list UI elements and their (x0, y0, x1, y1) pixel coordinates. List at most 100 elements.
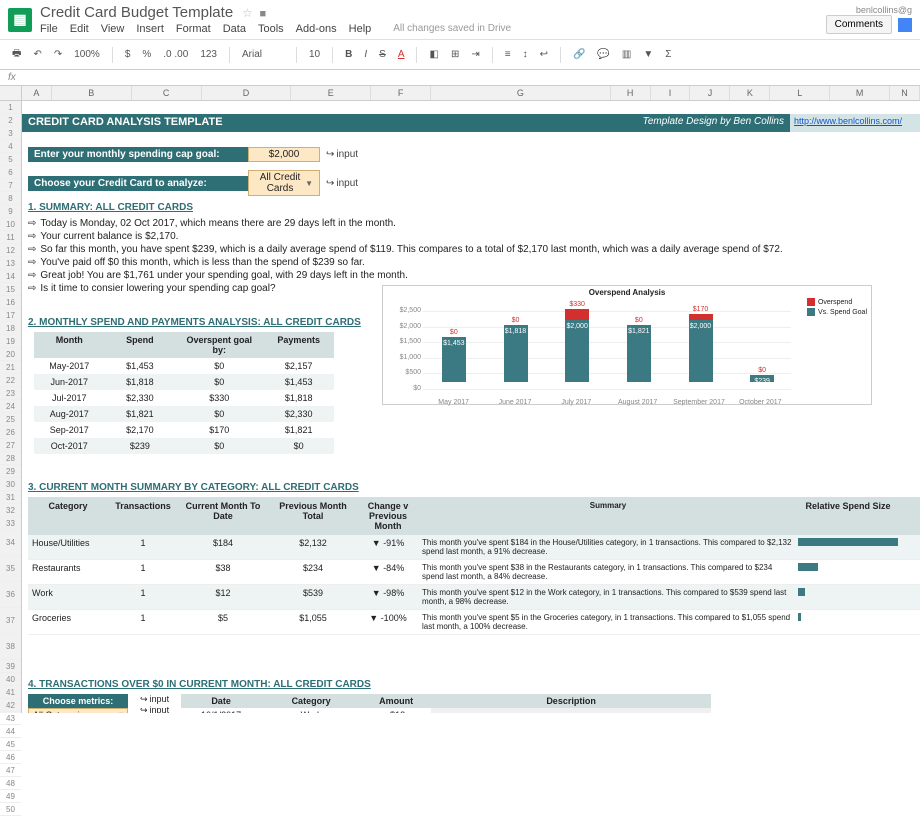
percent-icon[interactable]: % (138, 47, 155, 62)
th-relsize: Relative Spend Size (798, 497, 898, 535)
fillcolor-icon[interactable]: ◧ (425, 47, 442, 62)
bullet-arrow-icon: ⇨ (28, 218, 36, 229)
col-l[interactable]: L (770, 86, 830, 100)
zoom-select[interactable]: 100% (70, 47, 104, 62)
chart-legend: Overspend Vs. Spend Goal (807, 298, 867, 318)
metrics-category-select[interactable]: All Categories▾ (28, 708, 128, 713)
card-hint: input (336, 178, 358, 189)
star-icon[interactable]: ☆ (242, 6, 253, 20)
col-g[interactable]: G (431, 86, 611, 100)
summary-text: Is it time to consier lowering your spen… (40, 283, 275, 294)
col-m[interactable]: M (830, 86, 890, 100)
category-table: Category Transactions Current Month To D… (28, 497, 920, 635)
section3-header: 3. CURRENT MONTH SUMMARY BY CATEGORY: AL… (22, 478, 920, 497)
th-previous: Previous Month Total (268, 497, 358, 535)
comment-icon[interactable]: 💬 (593, 47, 613, 62)
wrap-icon[interactable]: ↩ (536, 47, 552, 62)
table-row: Sep-2017$2,170$170$1,821 (34, 422, 334, 438)
col-j[interactable]: J (690, 86, 730, 100)
col-i[interactable]: I (651, 86, 691, 100)
functions-icon[interactable]: Σ (661, 47, 675, 62)
textcolor-icon[interactable]: A (394, 47, 409, 62)
menu-addons[interactable]: Add-ons (296, 23, 337, 35)
th-month: Month (34, 332, 105, 358)
currency-icon[interactable]: $ (121, 47, 135, 62)
menu-tools[interactable]: Tools (258, 23, 284, 35)
col-k[interactable]: K (730, 86, 770, 100)
comments-button[interactable]: Comments (826, 15, 892, 34)
summary-text: You've paid off $0 this month, which is … (40, 257, 364, 268)
menu-format[interactable]: Format (176, 23, 211, 35)
valign-icon[interactable]: ↕ (519, 47, 532, 62)
legend-swatch-goal (807, 308, 815, 316)
folder-icon[interactable]: ■ (260, 8, 267, 20)
row-numbers: 1234567891011121314151617181920212223242… (0, 101, 22, 713)
col-d[interactable]: D (202, 86, 292, 100)
print-icon[interactable]: 🖶 (8, 44, 25, 65)
th-txcat: Category (261, 694, 361, 708)
metrics-header: Choose metrics: (28, 694, 128, 708)
undo-icon[interactable]: ↶ (29, 47, 45, 62)
borders-icon[interactable]: ⊞ (447, 47, 463, 62)
menu-insert[interactable]: Insert (136, 23, 164, 35)
decimals-icon[interactable]: .0 .00 (159, 47, 192, 62)
goal-input[interactable]: $2,000 (248, 147, 320, 162)
halign-icon[interactable]: ≡ (501, 47, 515, 62)
menu-help[interactable]: Help (349, 23, 372, 35)
col-c[interactable]: C (132, 86, 202, 100)
menubar: File Edit View Insert Format Data Tools … (40, 23, 818, 35)
th-change: Change v Previous Month (358, 497, 418, 535)
fontsize-select[interactable]: 10 (305, 47, 324, 62)
table-row: House/Utilities1$184$2,132▼ -91%This mon… (28, 535, 920, 560)
col-f[interactable]: F (371, 86, 431, 100)
strike-icon[interactable]: S (375, 47, 390, 62)
th-amount: Amount (361, 694, 431, 708)
column-headers: A B C D E F G H I J K L M N (0, 86, 920, 101)
italic-icon[interactable]: I (360, 47, 371, 62)
arrow-icon: ↪ (326, 178, 334, 189)
table-row: Jun-2017$1,818$0$1,453 (34, 374, 334, 390)
col-e[interactable]: E (291, 86, 371, 100)
summary-text: Your current balance is $2,170. (40, 231, 178, 242)
card-select[interactable]: All Credit Cards ▼ (248, 170, 320, 196)
menu-data[interactable]: Data (223, 23, 246, 35)
metrics-hint: input (150, 705, 170, 713)
table-row: Restaurants1$38$234▼ -84%This month you'… (28, 560, 920, 585)
card-input-row: Choose your Credit Card to analyze: All … (28, 170, 920, 196)
section4-header: 4. TRANSACTIONS OVER $0 IN CURRENT MONTH… (22, 675, 920, 694)
menu-edit[interactable]: Edit (70, 23, 89, 35)
fx-icon: fx (8, 72, 16, 83)
arrow-icon: ↪ (326, 149, 334, 160)
formula-bar[interactable]: fx (0, 70, 920, 86)
metrics-hint: input (150, 694, 170, 705)
th-desc: Description (431, 694, 711, 708)
col-h[interactable]: H (611, 86, 651, 100)
link-icon[interactable]: 🔗 (569, 47, 589, 62)
share-button[interactable] (898, 18, 912, 32)
card-label: Choose your Credit Card to analyze: (28, 176, 248, 191)
col-b[interactable]: B (52, 86, 132, 100)
chevron-down-icon: ▼ (305, 179, 313, 188)
filter-icon[interactable]: ▼ (639, 47, 657, 62)
table-row: Jul-2017$2,330$330$1,818 (34, 390, 334, 406)
card-value: All Credit Cards (255, 172, 305, 194)
format-123-icon[interactable]: 123 (196, 47, 221, 62)
goal-hint: input (336, 149, 358, 160)
menu-file[interactable]: File (40, 23, 58, 35)
redo-icon[interactable]: ↷ (50, 47, 66, 62)
merge-icon[interactable]: ⇥ (467, 47, 483, 62)
bold-icon[interactable]: B (341, 47, 356, 62)
template-title: CREDIT CARD ANALYSIS TEMPLATE (22, 114, 600, 132)
font-select[interactable]: Arial (238, 47, 288, 62)
legend-swatch-overspend (807, 298, 815, 306)
col-a[interactable]: A (22, 86, 52, 100)
monthly-table: Month Spend Overspent goal by: Payments … (34, 332, 334, 454)
th-spend: Spend (105, 332, 176, 358)
menu-view[interactable]: View (101, 23, 125, 35)
table-row: Groceries1$5$1,055▼ -100%This month you'… (28, 610, 920, 635)
author-link[interactable]: http://www.benlcollins.com/ (794, 116, 902, 126)
chart-icon[interactable]: ▥ (618, 47, 635, 62)
col-n[interactable]: N (890, 86, 920, 100)
doc-title[interactable]: Credit Card Budget Template (40, 4, 233, 21)
summary-text: Today is Monday, 02 Oct 2017, which mean… (40, 218, 396, 229)
